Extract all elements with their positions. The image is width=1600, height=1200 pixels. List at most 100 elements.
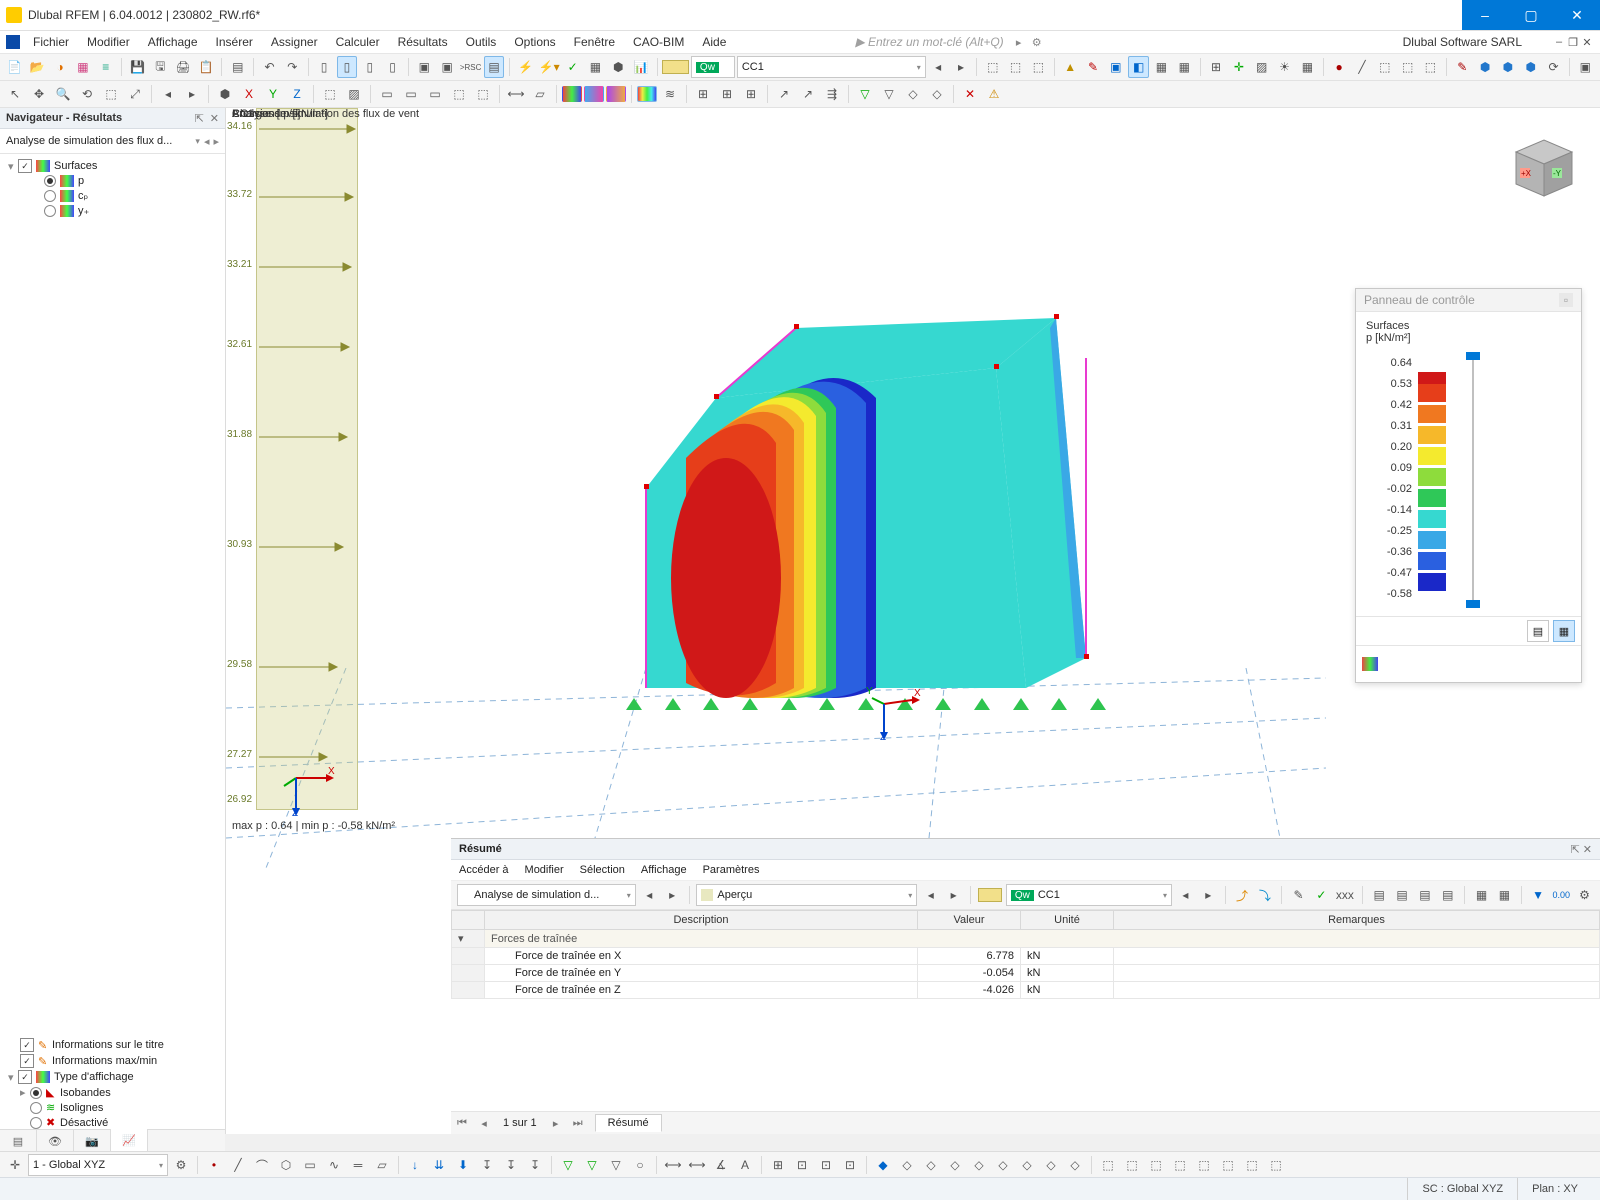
bt-tool-1[interactable]: ◆ bbox=[872, 1154, 894, 1176]
bt-grid[interactable]: ⊞ bbox=[767, 1154, 789, 1176]
bt-tool-2[interactable]: ◇ bbox=[896, 1154, 918, 1176]
rt-7[interactable]: ▤ bbox=[1393, 884, 1412, 906]
bt-poly[interactable]: ⬡ bbox=[275, 1154, 297, 1176]
rt-10[interactable]: ▦ bbox=[1472, 884, 1491, 906]
viewport[interactable]: 34.16 33.72 33.21 32.61 31.88 30.93 29.5… bbox=[226, 108, 1600, 1134]
window-maximize-button[interactable]: ▢ bbox=[1508, 0, 1554, 30]
tb-lc-prev[interactable]: ◂ bbox=[928, 56, 949, 78]
rt-9[interactable]: ▤ bbox=[1438, 884, 1457, 906]
quick-search[interactable]: ▶ Entrez un mot-clé (Alt+Q) bbox=[855, 35, 1003, 49]
tb-view-5[interactable]: ▦ bbox=[1151, 56, 1172, 78]
resume-menu-affichage[interactable]: Affichage bbox=[641, 864, 687, 876]
resume-menu-modifier[interactable]: Modifier bbox=[525, 864, 564, 876]
bt-node[interactable]: • bbox=[203, 1154, 225, 1176]
tb2-sup-3[interactable]: ◇ bbox=[902, 83, 924, 105]
mdi-minimize[interactable]: – bbox=[1552, 36, 1566, 48]
bt-tool-3[interactable]: ◇ bbox=[920, 1154, 942, 1176]
resume-combo-apercu[interactable]: Aperçu▾ bbox=[696, 884, 917, 906]
tb2-color-3[interactable] bbox=[606, 86, 626, 102]
menu-assigner[interactable]: Assigner bbox=[262, 33, 327, 51]
control-panel-header[interactable]: Panneau de contrôle ▫ bbox=[1356, 289, 1581, 312]
bt-misc-3[interactable]: ⬚ bbox=[1145, 1154, 1167, 1176]
bt-misc-2[interactable]: ⬚ bbox=[1121, 1154, 1143, 1176]
bt-dim-3[interactable]: ∡ bbox=[710, 1154, 732, 1176]
tree-surfaces[interactable]: ▾ ✓ Surfaces bbox=[4, 158, 221, 174]
bt-tool-4[interactable]: ◇ bbox=[944, 1154, 966, 1176]
window-close-button[interactable]: ✕ bbox=[1554, 0, 1600, 30]
bt-text[interactable]: A bbox=[734, 1154, 756, 1176]
menu-options[interactable]: Options bbox=[505, 33, 564, 51]
tb-filter-2[interactable]: ⬚ bbox=[1005, 56, 1026, 78]
mdi-close[interactable]: ✕ bbox=[1580, 36, 1594, 49]
window-minimize-button[interactable]: – bbox=[1462, 0, 1508, 30]
tb2-vec-1[interactable]: ↗ bbox=[773, 83, 795, 105]
pg-last[interactable]: ⏭ bbox=[567, 1117, 589, 1130]
resume-tab[interactable]: Résumé bbox=[595, 1114, 662, 1132]
tb2-vec-2[interactable]: ↗ bbox=[797, 83, 819, 105]
bt-tool-9[interactable]: ◇ bbox=[1064, 1154, 1086, 1176]
table-row[interactable]: Force de traînée en Z-4.026kN bbox=[452, 982, 1600, 999]
menu-cao-bim[interactable]: CAO-BIM bbox=[624, 33, 693, 51]
opt-maxmin-info[interactable]: ✓✎Informations max/min bbox=[4, 1053, 221, 1069]
rt-11[interactable]: ▦ bbox=[1495, 884, 1514, 906]
tb-axes[interactable]: ✛ bbox=[1228, 56, 1249, 78]
tb2-res-4[interactable]: ⬚ bbox=[448, 83, 470, 105]
resume-table[interactable]: Description Valeur Unité Remarques ▾Forc… bbox=[451, 910, 1600, 1111]
menu-outils[interactable]: Outils bbox=[457, 33, 506, 51]
bt-load-5[interactable]: ↧ bbox=[500, 1154, 522, 1176]
rt-6[interactable]: ▤ bbox=[1370, 884, 1389, 906]
panel-collapse-icon[interactable]: ▫ bbox=[1559, 293, 1573, 307]
radio-icon[interactable] bbox=[44, 175, 56, 187]
mdi-restore[interactable]: ❐ bbox=[1566, 36, 1580, 49]
bt-tool-8[interactable]: ◇ bbox=[1040, 1154, 1062, 1176]
bt-cs-combo[interactable]: 1 - Global XYZ▾ bbox=[28, 1154, 168, 1176]
bt-snap-3[interactable]: ⊡ bbox=[839, 1154, 861, 1176]
resume-next-3[interactable]: ▸ bbox=[1199, 884, 1218, 906]
pg-prev[interactable]: ◂ bbox=[473, 1117, 495, 1130]
tb-mass[interactable]: ⬢ bbox=[608, 56, 629, 78]
resume-close-icon[interactable]: ✕ bbox=[1583, 844, 1592, 856]
navigator-close-icon[interactable]: ✕ bbox=[210, 113, 219, 125]
bt-misc-7[interactable]: ⬚ bbox=[1241, 1154, 1263, 1176]
group-row[interactable]: ▾Forces de traînée bbox=[452, 930, 1600, 948]
table-row[interactable]: Force de traînée en Y-0.054kN bbox=[452, 965, 1600, 982]
resume-pin-icon[interactable]: ⇱ bbox=[1571, 844, 1580, 856]
bt-cs-edit[interactable]: ⚙ bbox=[170, 1154, 192, 1176]
pg-next[interactable]: ▸ bbox=[545, 1117, 567, 1130]
tb-view-solid[interactable]: ◧ bbox=[1128, 56, 1149, 78]
navigator-selector[interactable]: Analyse de simulation des flux d... ▾ ◂▸ bbox=[0, 129, 225, 154]
tb2-contour[interactable]: ≋ bbox=[659, 83, 681, 105]
app-menu-icon[interactable] bbox=[6, 35, 20, 49]
resume-prev-1[interactable]: ◂ bbox=[640, 884, 659, 906]
tb2-res-1[interactable]: ▭ bbox=[376, 83, 398, 105]
tree-item-yplus[interactable]: y₊ bbox=[4, 203, 221, 218]
tb2-select[interactable]: ↖ bbox=[4, 83, 26, 105]
bt-line[interactable]: ╱ bbox=[227, 1154, 249, 1176]
tb2-mesh-3[interactable]: ⊞ bbox=[740, 83, 762, 105]
tb2-info[interactable]: ⚠ bbox=[983, 83, 1005, 105]
radio-icon[interactable] bbox=[44, 190, 56, 202]
menu-affichage[interactable]: Affichage bbox=[139, 33, 207, 51]
tb-node[interactable]: ● bbox=[1329, 56, 1350, 78]
bt-misc-6[interactable]: ⬚ bbox=[1217, 1154, 1239, 1176]
tb-saveall[interactable]: 🖫 bbox=[150, 56, 171, 78]
bt-load-line[interactable]: ⇊ bbox=[428, 1154, 450, 1176]
tb2-clip[interactable]: ⬚ bbox=[319, 83, 341, 105]
menu-inserer[interactable]: Insérer bbox=[207, 33, 262, 51]
opt-display-type[interactable]: ▾✓Type d'affichage bbox=[4, 1069, 221, 1085]
tb2-res-3[interactable]: ▭ bbox=[424, 83, 446, 105]
tb-plaus[interactable]: ▦ bbox=[585, 56, 606, 78]
opt-title-info[interactable]: ✓✎Informations sur le titre bbox=[4, 1037, 221, 1053]
bt-surface[interactable]: ▱ bbox=[371, 1154, 393, 1176]
rt-decimals[interactable]: 0.00 bbox=[1552, 884, 1572, 906]
table-row[interactable]: Force de traînée en X6.778kN bbox=[452, 948, 1600, 965]
tb2-res-2[interactable]: ▭ bbox=[400, 83, 422, 105]
tb-tex[interactable]: ▦ bbox=[1297, 56, 1318, 78]
bt-tool-5[interactable]: ◇ bbox=[968, 1154, 990, 1176]
bt-sup-3[interactable]: ▽ bbox=[605, 1154, 627, 1176]
view-cube[interactable]: +X -Y bbox=[1504, 126, 1582, 204]
tb2-sup-4[interactable]: ◇ bbox=[926, 83, 948, 105]
bt-tool-6[interactable]: ◇ bbox=[992, 1154, 1014, 1176]
tb2-zoomwin[interactable]: ⬚ bbox=[100, 83, 122, 105]
tb2-zoomfit[interactable]: ⤢ bbox=[124, 83, 146, 105]
